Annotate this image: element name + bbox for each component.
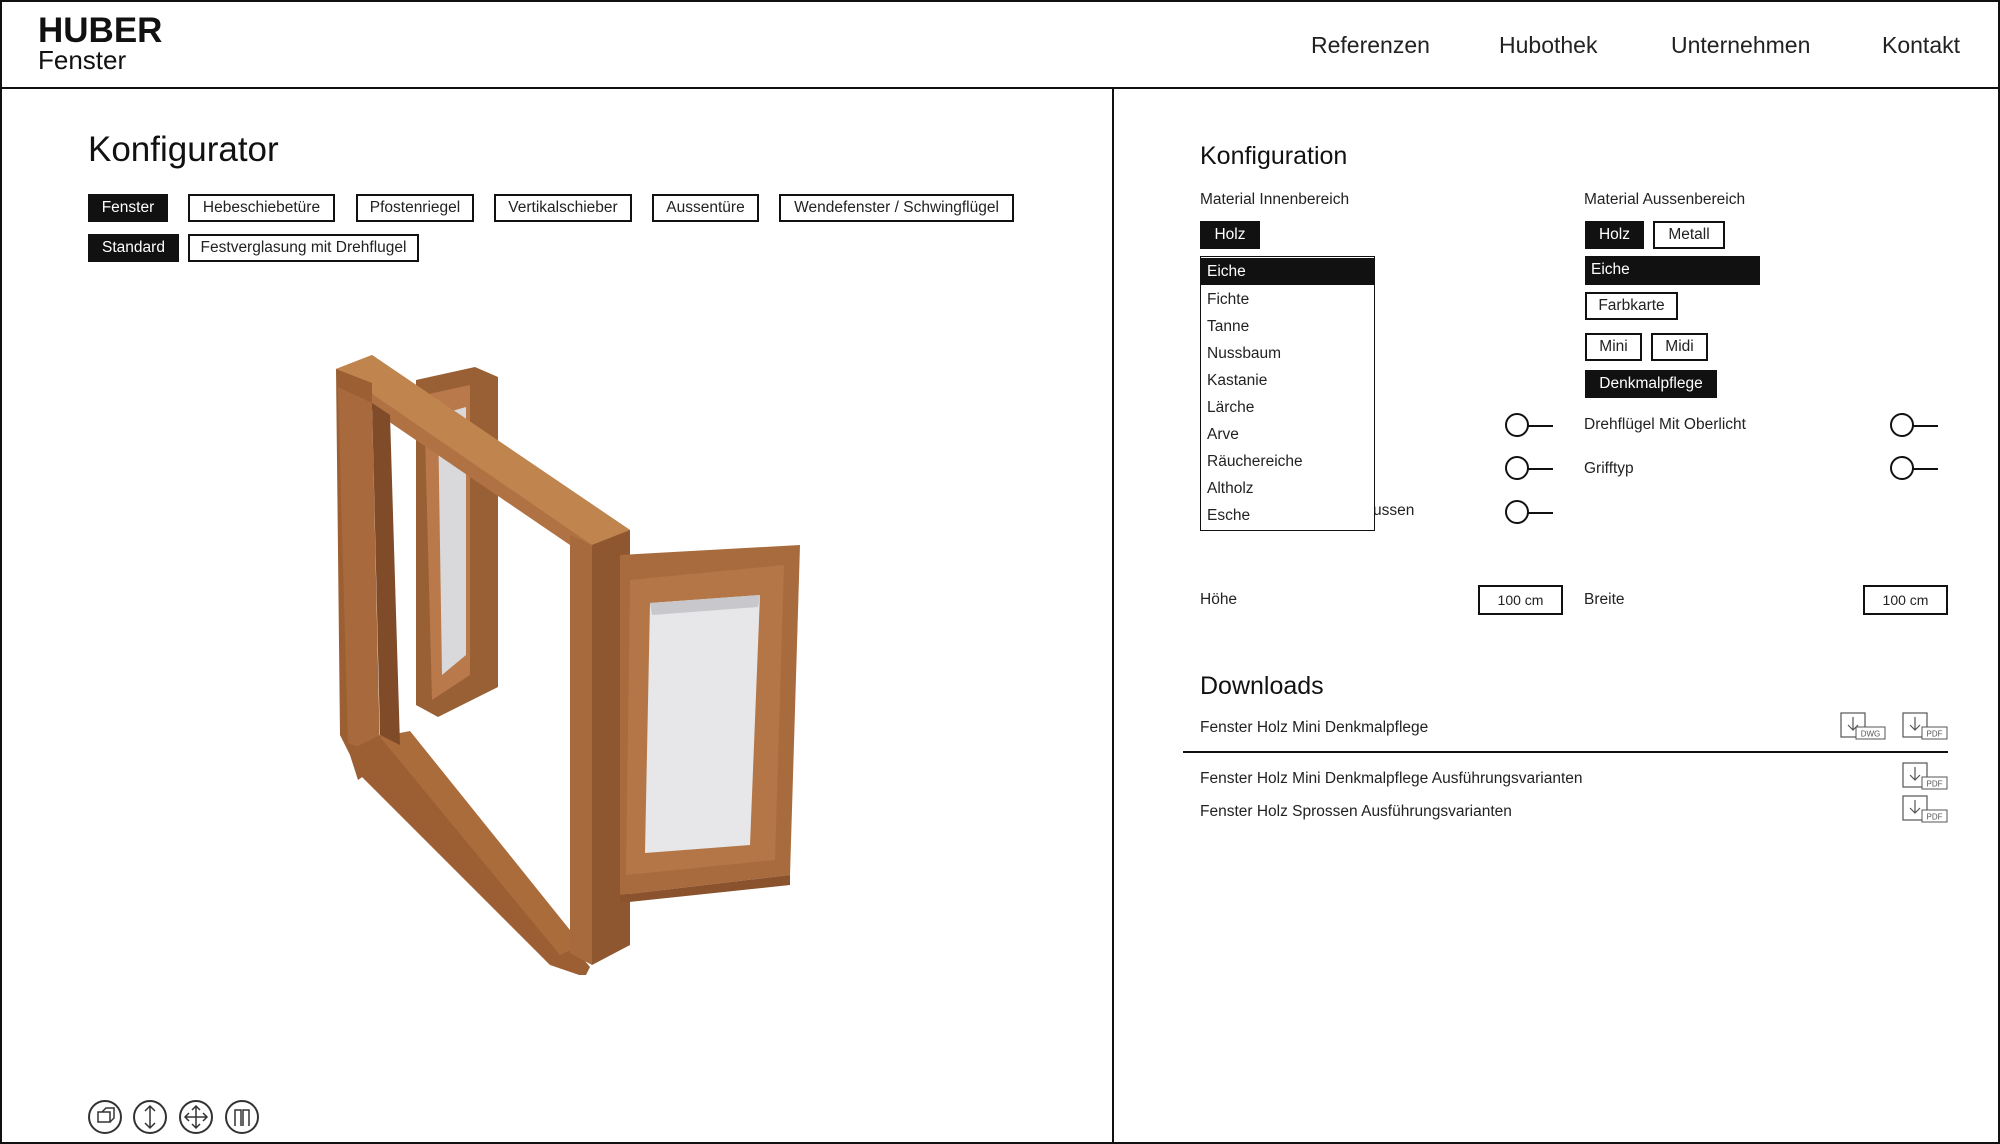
outside-wood-select[interactable]: Eiche [1585, 256, 1760, 285]
panel-divider [1112, 89, 1114, 1144]
app-frame [0, 0, 2000, 1144]
drehfluegel-toggle[interactable] [1890, 413, 1938, 439]
file-type-label: PDF [1927, 780, 1943, 789]
tab-aussentuere[interactable]: Aussentüre [652, 194, 759, 222]
download-row-1: Fenster Holz Mini Denkmalpflege [1200, 719, 1429, 736]
tab-vertikalschieber[interactable]: Vertikalschieber [494, 194, 632, 222]
nav-unternehmen[interactable]: Unternehmen [1671, 32, 1810, 59]
width-label: Breite [1584, 591, 1625, 608]
inside-toggle-1[interactable] [1505, 413, 1553, 439]
wood-option-arve[interactable]: Arve [1201, 421, 1374, 448]
toggle-track [1912, 468, 1938, 470]
profile-midi-button[interactable]: Midi [1651, 333, 1708, 361]
pdf-file-icon[interactable]: PDF [1902, 762, 1948, 790]
denkmalpflege-button[interactable]: Denkmalpflege [1585, 370, 1717, 398]
toggle-knob [1890, 456, 1914, 480]
grifftyp-toggle[interactable] [1890, 456, 1938, 482]
file-type-label: PDF [1927, 813, 1943, 822]
variant-standard[interactable]: Standard [88, 234, 179, 262]
wood-option-esche[interactable]: Esche [1201, 502, 1374, 529]
site-header: HUBER Fenster Referenzen Hubothek Untern… [0, 0, 2000, 89]
window-3d-preview[interactable] [320, 355, 820, 977]
toggle-track [1527, 512, 1553, 514]
rotate-view-icon[interactable] [88, 1100, 122, 1134]
logo-line-1: HUBER [38, 11, 163, 50]
wood-option-eiche[interactable]: Eiche [1201, 258, 1374, 285]
config-title: Konfiguration [1200, 142, 1348, 170]
outside-material-metall[interactable]: Metall [1653, 221, 1725, 249]
wood-option-tanne[interactable]: Tanne [1201, 313, 1374, 340]
toggle-knob [1505, 456, 1529, 480]
wood-option-nussbaum[interactable]: Nussbaum [1201, 340, 1374, 367]
toggle-knob [1890, 413, 1914, 437]
farbkarte-button[interactable]: Farbkarte [1585, 292, 1678, 320]
downloads-divider [1183, 751, 1948, 753]
inside-toggle-2[interactable] [1505, 456, 1553, 482]
nav-kontakt[interactable]: Kontakt [1882, 32, 1960, 59]
download-row-2: Fenster Holz Mini Denkmalpflege Ausführu… [1200, 770, 1583, 787]
move-all-icon[interactable] [179, 1100, 213, 1134]
inside-material-holz[interactable]: Holz [1200, 221, 1260, 249]
wood-option-fichte[interactable]: Fichte [1201, 286, 1374, 313]
nav-referenzen[interactable]: Referenzen [1311, 32, 1430, 59]
pdf-file-icon[interactable]: PDF [1902, 795, 1948, 823]
move-vertical-icon[interactable] [133, 1100, 167, 1134]
logo[interactable]: HUBER Fenster [38, 11, 178, 75]
file-type-label: PDF [1927, 730, 1943, 739]
toggle-track [1527, 425, 1553, 427]
tab-hebeschiebetuere[interactable]: Hebeschiebetüre [188, 194, 335, 222]
height-input[interactable]: 100 cm [1478, 585, 1563, 615]
window-render [336, 355, 800, 977]
variant-festverglasung[interactable]: Festverglasung mit Drehflugel [188, 234, 419, 262]
inside-toggle-3[interactable] [1505, 500, 1553, 526]
height-label: Höhe [1200, 591, 1238, 608]
download-row-3: Fenster Holz Sprossen Ausführungsvariant… [1200, 803, 1512, 820]
toggle-knob [1505, 500, 1529, 524]
wood-option-laerche[interactable]: Lärche [1201, 394, 1374, 421]
inside-wood-dropdown[interactable]: Eiche Fichte Tanne Nussbaum Kastanie Lär… [1200, 256, 1375, 531]
material-inside-label: Material Innenbereich [1200, 191, 1350, 208]
tab-wendefenster[interactable]: Wendefenster / Schwingflügel [779, 194, 1014, 222]
wood-option-altholz[interactable]: Altholz [1201, 475, 1374, 502]
page-title: Konfigurator [88, 130, 279, 169]
wood-option-raeuchereiche[interactable]: Räuchereiche [1201, 448, 1374, 475]
file-type-label: DWG [1861, 730, 1881, 739]
toggle-knob [1505, 413, 1529, 437]
tab-pfostenriegel[interactable]: Pfostenriegel [356, 194, 474, 222]
logo-line-2: Fenster [38, 45, 127, 75]
dwg-file-icon[interactable]: DWG [1840, 712, 1886, 740]
nav-hubothek[interactable]: Hubothek [1499, 32, 1597, 59]
pdf-file-icon[interactable]: PDF [1902, 712, 1948, 740]
outside-material-holz[interactable]: Holz [1585, 221, 1644, 249]
material-outside-label: Material Aussenbereich [1584, 191, 1746, 208]
wood-option-kastanie[interactable]: Kastanie [1201, 367, 1374, 394]
tab-fenster[interactable]: Fenster [88, 194, 168, 222]
toggle-track [1527, 468, 1553, 470]
profile-mini-button[interactable]: Mini [1585, 333, 1642, 361]
downloads-title: Downloads [1200, 672, 1324, 700]
drehfluegel-label: Drehflügel Mit Oberlicht [1584, 416, 1746, 433]
grifftyp-label: Grifftyp [1584, 460, 1634, 477]
inside-toggle-3-label: ussen [1373, 502, 1415, 519]
open-sash-icon[interactable] [225, 1100, 259, 1134]
width-input[interactable]: 100 cm [1863, 585, 1948, 615]
toggle-track [1912, 425, 1938, 427]
